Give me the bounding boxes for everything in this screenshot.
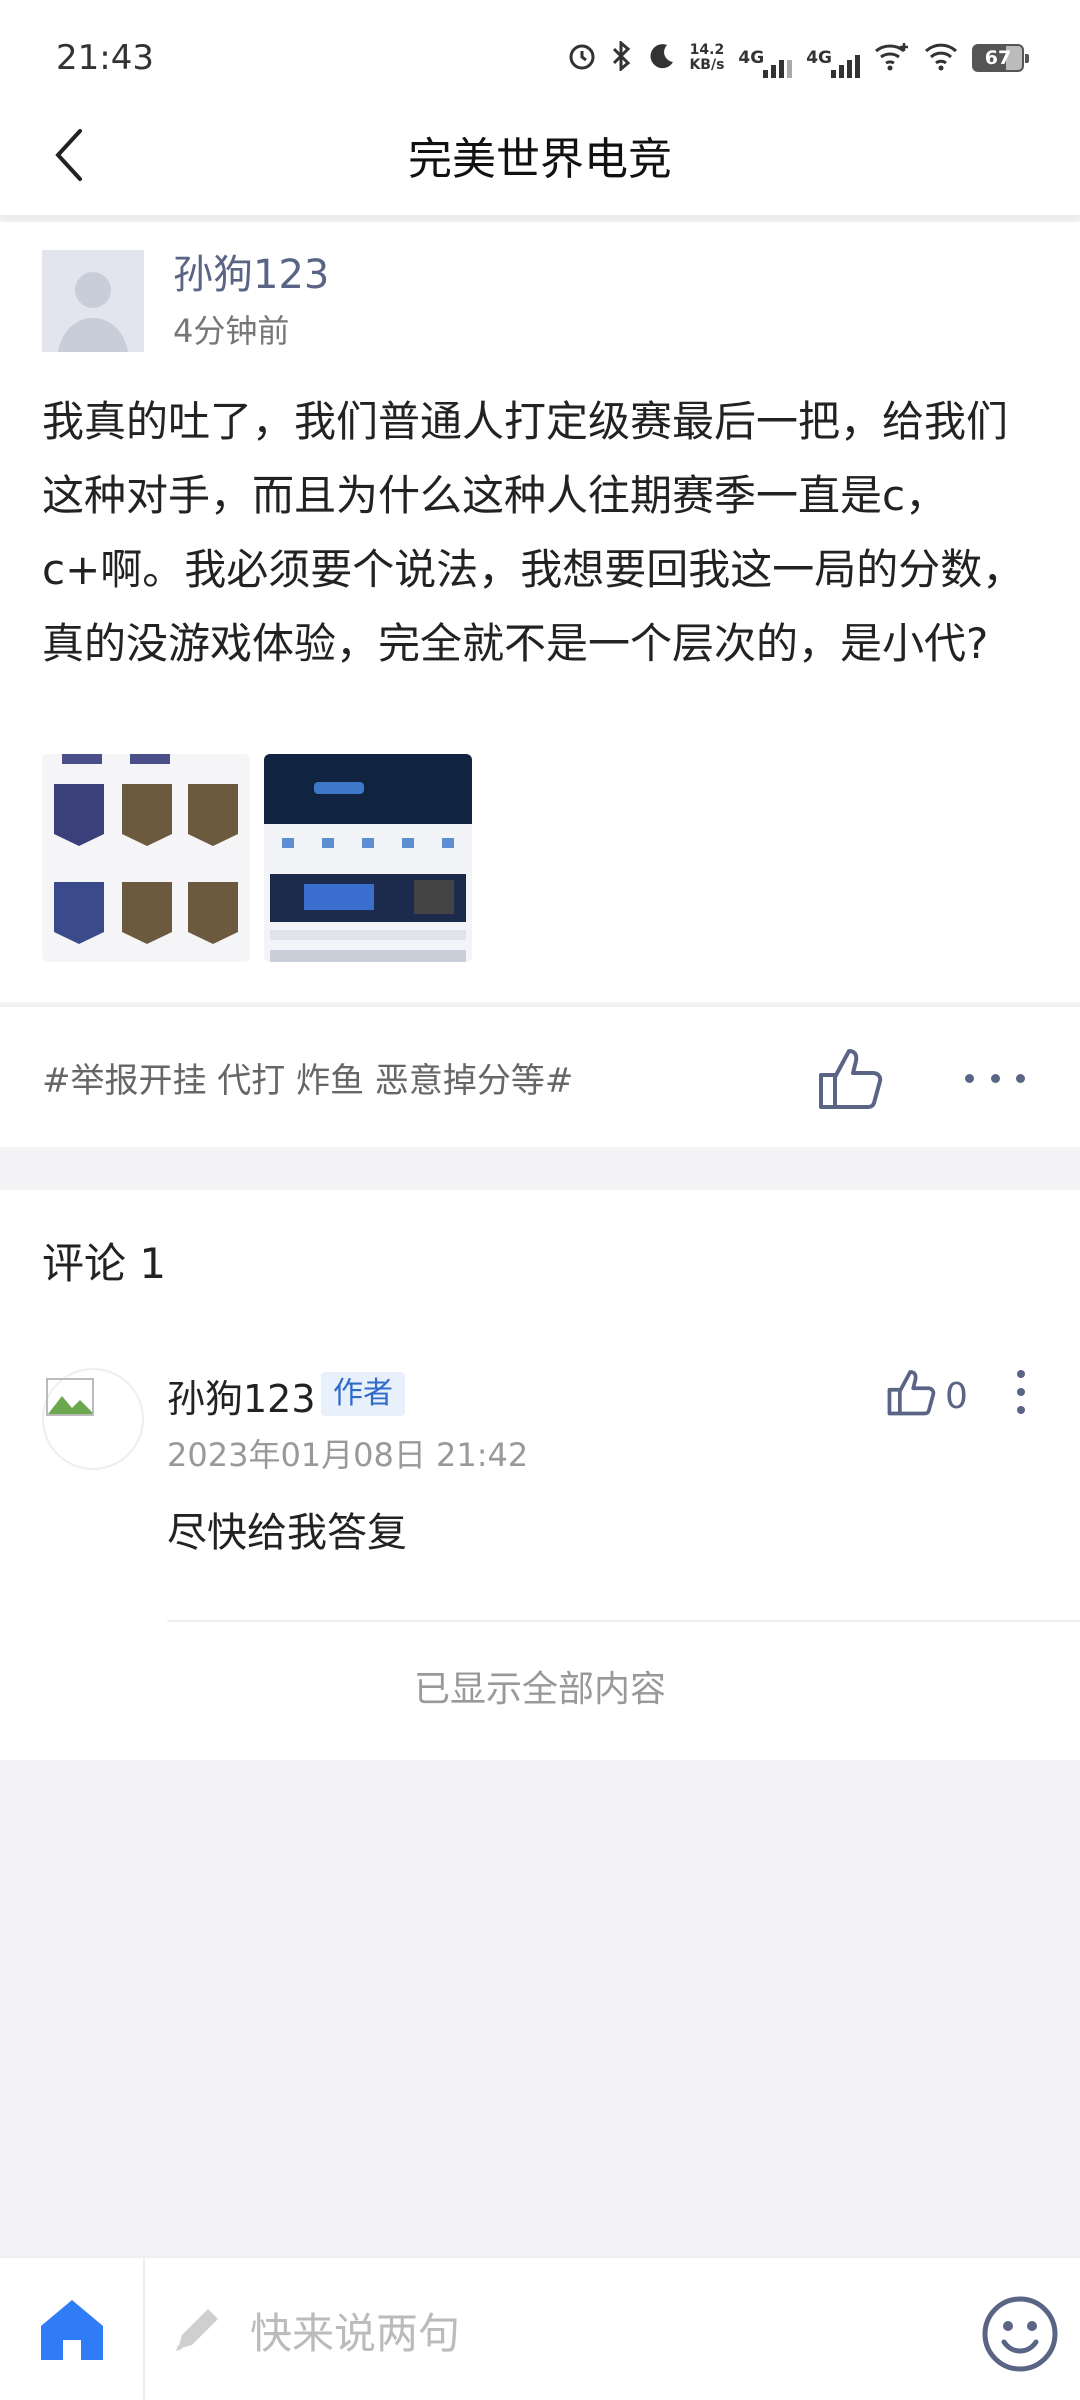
page-title: 完美世界电竞 [408, 134, 672, 185]
signal-bars-icon [831, 55, 860, 78]
signal-bars-icon [763, 60, 793, 78]
thumbs-up-icon [819, 1049, 883, 1109]
home-button[interactable] [0, 2258, 145, 2400]
vertical-dots-icon [1017, 1370, 1025, 1378]
post-images [42, 754, 472, 962]
post-card: 孙狗123 4分钟前 我真的吐了，我们普通人打定级赛最后一把，给我们这种对手，而… [0, 222, 1080, 1002]
author-badge: 作者 [321, 1372, 405, 1416]
net-speed: 14.2 KB/s [689, 42, 725, 73]
home-icon [40, 2300, 103, 2360]
smiley-icon [982, 2296, 1058, 2372]
post-image-1[interactable] [42, 754, 250, 962]
author-avatar[interactable] [42, 250, 144, 352]
status-icons: 14.2 KB/s 4G 4G 67 [567, 38, 1029, 78]
post-body-text: 我真的吐了，我们普通人打定级赛最后一把，给我们这种对手，而且为什么这种人往期赛季… [42, 397, 1025, 668]
more-dots-icon [965, 1073, 974, 1083]
divider [167, 1620, 1080, 1622]
top-nav-bar: 完美世界电竞 [0, 95, 1080, 215]
comments-section: 评论 1 孙狗123 作者 0 2023年01月08日 21:42 尽快给我答复… [0, 1190, 1080, 1760]
pencil-icon [176, 2309, 218, 2351]
wifi-icon [924, 41, 958, 75]
comment-like-button[interactable] [885, 1366, 937, 1418]
comment-more-button[interactable] [1014, 1370, 1028, 1414]
status-time: 21:43 [56, 38, 154, 78]
comments-title: 评论 1 [42, 1239, 167, 1288]
bluetooth-icon [611, 39, 633, 75]
wifi-plus-icon [874, 41, 910, 75]
signal-1: 4G [738, 48, 793, 78]
post-image-2[interactable] [264, 754, 472, 962]
comment-author-name[interactable]: 孙狗123 [167, 1368, 316, 1423]
like-button[interactable] [815, 1043, 885, 1113]
comment-input[interactable]: 快来说两句 [170, 2292, 930, 2368]
end-of-content-text: 已显示全部内容 [413, 1669, 666, 1710]
post-action-bar: #举报开挂 代打 炸鱼 恶意掉分等# [0, 1005, 1080, 1147]
signal-2: 4G [806, 48, 860, 78]
alarm-icon [567, 41, 597, 75]
comment-text: 尽快给我答复 [167, 1510, 407, 1556]
thumbs-up-icon [887, 1370, 936, 1416]
broken-image-icon [46, 1378, 94, 1416]
emoji-button[interactable] [980, 2294, 1060, 2374]
bottom-bar: 快来说两句 [0, 2256, 1080, 2400]
comment-input-placeholder: 快来说两句 [250, 2308, 461, 2358]
post-time: 4分钟前 [173, 312, 290, 350]
comment-like-count: 0 [945, 1376, 968, 1417]
post-hashtag[interactable]: #举报开挂 代打 炸鱼 恶意掉分等# [42, 1053, 573, 1102]
moon-icon [647, 42, 675, 74]
comment-date: 2023年01月08日 21:42 [167, 1436, 529, 1474]
default-avatar-icon [42, 250, 144, 352]
battery-icon: 67 [972, 44, 1029, 72]
post-author-name[interactable]: 孙狗123 [173, 242, 329, 300]
more-options-button[interactable] [965, 1063, 1025, 1093]
comment-avatar[interactable] [42, 1368, 144, 1470]
